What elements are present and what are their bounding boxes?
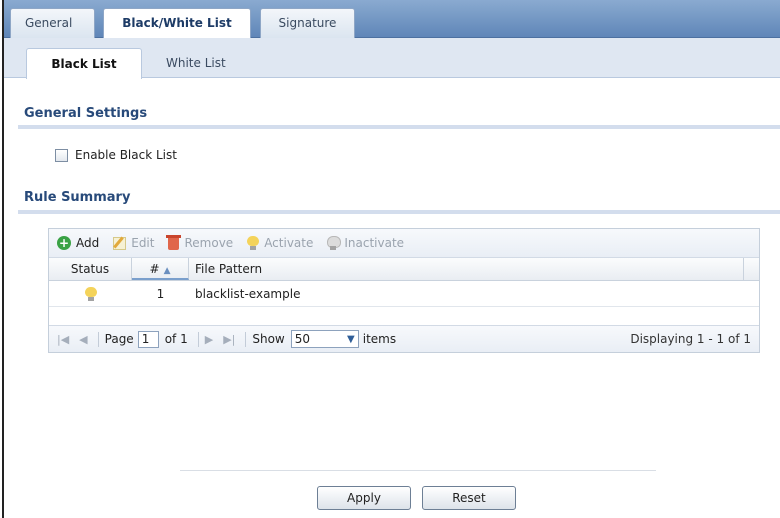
last-page-icon[interactable]: ▶| (223, 333, 235, 346)
enable-black-list-label: Enable Black List (75, 148, 177, 162)
number-cell: 1 (156, 286, 165, 301)
next-page-icon[interactable]: ▶ (205, 333, 213, 346)
edit-icon (113, 236, 127, 250)
pager-separator (97, 331, 99, 347)
chevron-down-icon: ▼ (347, 333, 355, 345)
add-icon: + (57, 236, 71, 250)
displaying-count: Displaying 1 - 1 of 1 (630, 332, 751, 346)
activate-label: Activate (264, 236, 314, 250)
sort-ascending-icon: ▲ (163, 266, 171, 276)
rule-summary-grid: + Add Edit Remove Activate Inactivate St… (48, 228, 760, 353)
tab-signature[interactable]: Signature (260, 8, 355, 38)
enable-black-list-row: Enable Black List (55, 147, 177, 163)
subtab-black-list[interactable]: Black List (26, 48, 142, 79)
edit-label: Edit (131, 236, 155, 250)
column-header-status[interactable]: Status (49, 258, 132, 280)
subtab-white-list[interactable]: White List (166, 48, 226, 78)
page-size-value: 50 (294, 332, 311, 346)
pager-separator (197, 331, 199, 347)
column-header-file-pattern[interactable]: File Pattern (189, 258, 744, 280)
table-row[interactable]: 1 blacklist-example (49, 281, 759, 307)
activate-button[interactable]: Activate (247, 236, 313, 250)
tab-black-white-list[interactable]: Black/White List (103, 8, 251, 39)
trash-icon (166, 235, 182, 250)
items-label: items (362, 332, 397, 346)
lightbulb-on-icon (84, 286, 97, 301)
rule-summary-title: Rule Summary (24, 190, 131, 205)
reset-button[interactable]: Reset (422, 486, 516, 510)
page-number-input[interactable]: 1 (137, 330, 159, 348)
section-divider (18, 125, 780, 129)
grid-header-row: Status # ▲ File Pattern (49, 258, 759, 281)
grid-pager: |◀ ◀ Page 1 of 1 ▶ ▶| Show 50 ▼ items Di… (49, 325, 759, 352)
general-settings-title: General Settings (24, 106, 148, 121)
top-tab-bar: General Black/White List Signature (4, 0, 780, 39)
sub-tab-bar: Black List White List (4, 38, 780, 79)
apply-button[interactable]: Apply (317, 486, 411, 510)
previous-page-icon[interactable]: ◀ (79, 333, 87, 346)
section-divider (18, 210, 780, 214)
first-page-icon[interactable]: |◀ (57, 333, 69, 346)
lightbulb-off-icon (327, 236, 342, 250)
column-header-number[interactable]: # ▲ (132, 258, 189, 280)
file-pattern-cell: blacklist-example (195, 286, 301, 301)
remove-label: Remove (184, 236, 234, 250)
lightbulb-on-icon (247, 236, 260, 250)
column-header-filler (744, 258, 759, 280)
add-label: Add (76, 236, 100, 250)
show-label: Show (252, 332, 285, 346)
column-header-number-label: # (149, 262, 160, 276)
add-button[interactable]: + Add (57, 236, 99, 250)
edit-button[interactable]: Edit (113, 236, 154, 250)
pager-separator (245, 331, 247, 347)
inactivate-button[interactable]: Inactivate (327, 236, 404, 250)
page-label: Page (104, 332, 134, 346)
page-count-label: of 1 (164, 332, 188, 346)
footer-divider (180, 470, 656, 471)
inactivate-label: Inactivate (344, 236, 405, 250)
remove-button[interactable]: Remove (166, 235, 234, 250)
tab-general[interactable]: General (10, 8, 95, 38)
black-white-list-panel: General Black/White List Signature Black… (2, 0, 780, 518)
page-size-select[interactable]: 50 ▼ (290, 330, 359, 348)
grid-toolbar: + Add Edit Remove Activate Inactivate (49, 229, 759, 258)
enable-black-list-checkbox[interactable] (55, 148, 68, 162)
status-cell (49, 286, 132, 301)
